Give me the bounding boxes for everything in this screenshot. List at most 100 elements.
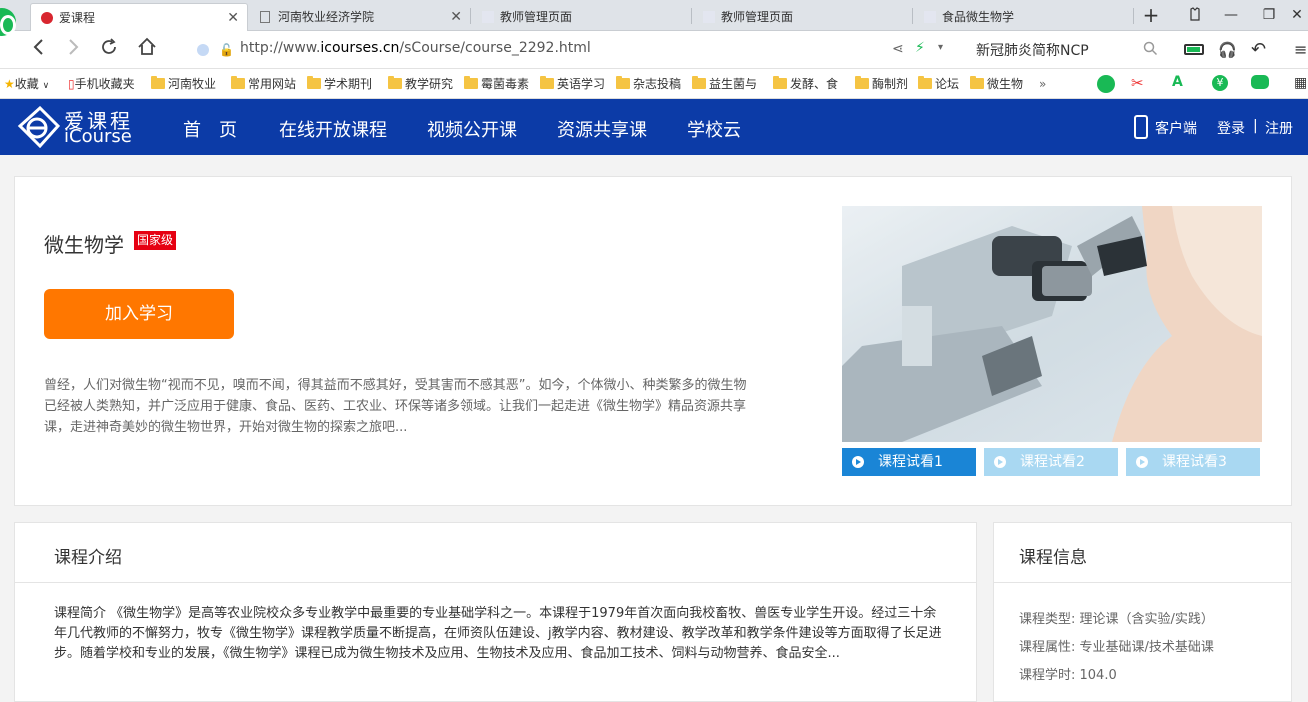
folder-icon: [692, 76, 706, 89]
icourse-logo-icon[interactable]: [16, 106, 60, 148]
headphones-icon[interactable]: 🎧: [1218, 41, 1237, 59]
course-description: 曾经，人们对微生物“视而不见，嗅而不闻，得其益而不感其好，受其害而不感其恶”。如…: [44, 378, 747, 435]
bookmark-folder[interactable]: 英语学习: [540, 76, 605, 92]
folder-icon: [540, 76, 554, 89]
browser-tab-strip: 爱课程 ✕ 河南牧业经济学院 ✕ 教师管理页面 教师管理页面 食品微生物学 + …: [0, 0, 1308, 36]
course-info-heading: 课程信息: [1019, 548, 1087, 568]
refresh-button[interactable]: [96, 37, 122, 63]
client-link[interactable]: 客户端: [1155, 118, 1197, 138]
folder-icon: [464, 76, 478, 89]
battery-icon[interactable]: [1184, 44, 1204, 55]
site-info-icon[interactable]: [197, 44, 209, 56]
scissors-icon[interactable]: ✂: [1131, 74, 1144, 92]
address-bar[interactable]: http://www.icourses.cn/sCourse/course_22…: [240, 40, 591, 56]
course-hours-row: 课程学时: 104.0: [1019, 668, 1117, 683]
folder-icon: [918, 76, 932, 89]
translate-icon[interactable]: A: [1172, 74, 1183, 90]
bookmark-folder[interactable]: 酶制剂: [855, 76, 908, 92]
tab-teacher-admin-2[interactable]: 教师管理页面: [693, 3, 911, 31]
home-button[interactable]: [134, 37, 160, 63]
divider: [994, 582, 1291, 583]
browser-toolbar: 🔓 http://www.icourses.cn/sCourse/course_…: [0, 31, 1308, 69]
bookmark-favorites[interactable]: ★收藏 ∨: [4, 76, 49, 92]
chevron-down-icon: ∨: [42, 81, 50, 91]
bookmark-folder[interactable]: 发酵、食: [773, 76, 838, 92]
security-warning-icon[interactable]: 🔓: [219, 43, 234, 57]
bookmarks-bar: ★收藏 ∨ ▯手机收藏夹 河南牧业 常用网站 学术期刊 教学研究 霉菌毒素 英语…: [0, 69, 1308, 99]
skin-icon[interactable]: [1178, 0, 1212, 31]
back-button[interactable]: [26, 37, 52, 63]
page-icon: [703, 11, 715, 23]
tab-henan-muye[interactable]: 河南牧业经济学院 ✕: [250, 3, 470, 31]
nav-resource-sharing[interactable]: 资源共享课: [557, 116, 647, 142]
star-icon: ★: [4, 77, 15, 91]
play-icon: [1136, 456, 1148, 468]
bookmark-folder[interactable]: 教学研究: [388, 76, 453, 92]
folder-icon: [970, 76, 984, 89]
join-course-button[interactable]: 加入学习: [44, 289, 234, 339]
course-preview-video[interactable]: [842, 206, 1262, 442]
folder-icon: [151, 76, 165, 89]
trial-video-1-button[interactable]: 课程试看1: [842, 448, 976, 476]
bookmark-folder[interactable]: 学术期刊: [307, 76, 372, 92]
bookmark-folder[interactable]: 常用网站: [231, 76, 296, 92]
bookmark-folder[interactable]: 益生菌与: [692, 76, 757, 92]
dropdown-arrow-icon[interactable]: ▾: [938, 42, 943, 53]
icourse-favicon-icon: [41, 12, 53, 24]
course-attribute-row: 课程属性: 专业基础课/技术基础课: [1019, 640, 1214, 655]
site-header: 爱课程 iCourse 首 页 在线开放课程 视频公开课 资源共享课 学校云 客…: [0, 99, 1308, 155]
nav-school-cloud[interactable]: 学校云: [687, 116, 741, 142]
search-input[interactable]: 新冠肺炎简称NCP: [976, 40, 1089, 60]
gamepad-icon[interactable]: [1251, 75, 1269, 89]
tab-teacher-admin-1[interactable]: 教师管理页面: [472, 3, 690, 31]
minimize-button[interactable]: —: [1214, 0, 1248, 31]
bookmark-mobile[interactable]: ▯手机收藏夹: [68, 76, 135, 92]
bookmark-folder[interactable]: 河南牧业: [151, 76, 216, 92]
bookmarks-more[interactable]: »: [1039, 76, 1046, 92]
phone-icon: ▯: [68, 77, 75, 91]
folder-icon: [773, 76, 787, 89]
mobile-phone-icon[interactable]: [1134, 115, 1148, 139]
close-tab-icon[interactable]: ✕: [450, 3, 462, 31]
course-intro-heading: 课程介绍: [54, 548, 122, 568]
folder-icon: [616, 76, 630, 89]
page-icon: [260, 11, 270, 23]
bookmark-folder[interactable]: 杂志投稿: [616, 76, 681, 92]
bookmark-folder[interactable]: 论坛: [918, 76, 959, 92]
new-tab-button[interactable]: +: [1134, 0, 1168, 31]
nav-home[interactable]: 首 页: [183, 116, 237, 142]
search-icon[interactable]: [1143, 41, 1158, 60]
close-tab-icon[interactable]: ✕: [227, 4, 239, 32]
folder-icon: [388, 76, 402, 89]
apps-grid-icon[interactable]: ▦: [1294, 75, 1307, 91]
menu-icon[interactable]: ≡: [1294, 40, 1307, 59]
register-link[interactable]: 注册: [1265, 118, 1293, 138]
trial-video-3-button[interactable]: 课程试看3: [1126, 448, 1260, 476]
wechat-icon[interactable]: [1097, 75, 1115, 93]
tab-food-microbiology[interactable]: 食品微生物学: [914, 3, 1132, 31]
microscope-scientist-image: [842, 206, 1262, 442]
lightning-icon[interactable]: ⚡: [915, 40, 925, 56]
divider: [15, 582, 976, 583]
course-title: 微生物学: [44, 233, 124, 257]
play-icon: [994, 456, 1006, 468]
logo-text-en[interactable]: iCourse: [64, 126, 132, 147]
header-divider: |: [1253, 118, 1258, 134]
yen-icon[interactable]: ¥: [1212, 75, 1228, 91]
nav-video-lectures[interactable]: 视频公开课: [427, 116, 517, 142]
nav-open-courses[interactable]: 在线开放课程: [279, 116, 387, 142]
folder-icon: [231, 76, 245, 89]
restore-button[interactable]: ❐: [1252, 0, 1286, 31]
bookmark-folder[interactable]: 霉菌毒素: [464, 76, 529, 92]
share-icon[interactable]: ⋖: [892, 41, 904, 57]
folder-icon: [855, 76, 869, 89]
forward-button[interactable]: [60, 37, 86, 63]
close-window-button[interactable]: ✕: [1286, 0, 1308, 31]
undo-icon[interactable]: ↶: [1251, 39, 1266, 60]
trial-video-2-button[interactable]: 课程试看2: [984, 448, 1118, 476]
bookmark-folder[interactable]: 微生物: [970, 76, 1023, 92]
tab-icourse[interactable]: 爱课程 ✕: [30, 3, 248, 31]
play-icon: [852, 456, 864, 468]
login-link[interactable]: 登录: [1217, 118, 1245, 138]
page-icon: [924, 11, 936, 23]
